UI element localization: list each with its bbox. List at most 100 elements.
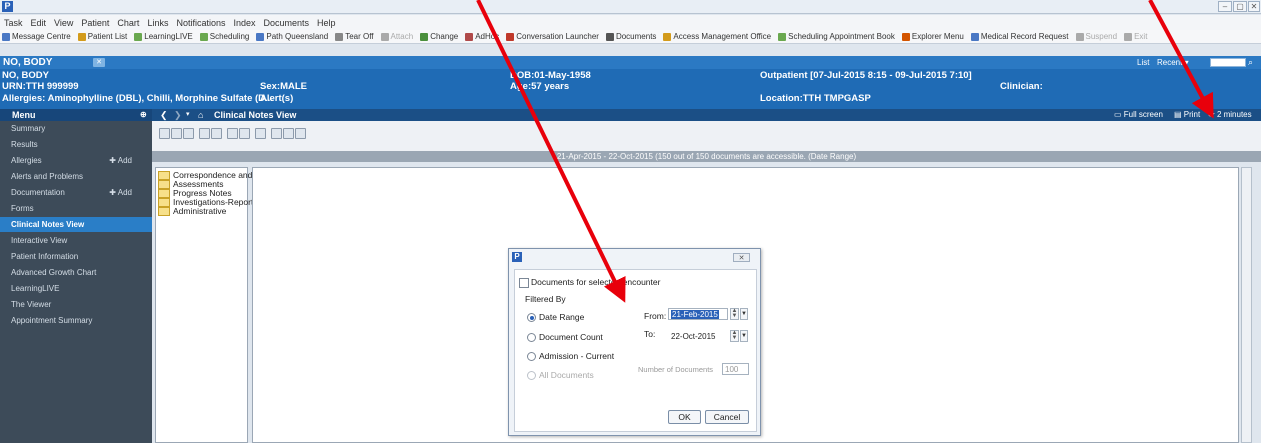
banner-sex: Sex:MALE <box>260 81 307 92</box>
from-date-spinner[interactable]: ▲ ▼ <box>730 308 739 320</box>
list-button[interactable]: List <box>1137 56 1149 69</box>
to-date-spinner[interactable]: ▲ ▼ <box>730 330 739 342</box>
full-screen-button[interactable]: ▭ Full screen <box>1114 109 1163 121</box>
toolbar-item-tear-off[interactable]: Tear Off <box>335 32 374 41</box>
patient-tab[interactable]: NO, BODY <box>3 56 52 69</box>
toolbar-item-adhoc[interactable]: AdHoc <box>465 32 499 41</box>
sidebar-item-summary[interactable]: Summary <box>0 121 152 136</box>
toolbar-item-access-management-office[interactable]: Access Management Office <box>663 32 771 41</box>
menu-patient[interactable]: Patient <box>81 18 109 28</box>
toolbar-icon <box>663 32 672 41</box>
menu-edit[interactable]: Edit <box>31 18 47 28</box>
toolbar-item-change[interactable]: Change <box>420 32 458 41</box>
print-label: Print <box>1183 110 1201 119</box>
preview-icon[interactable] <box>227 128 238 139</box>
from-date-dropdown[interactable]: ▼ <box>740 308 748 320</box>
add-button[interactable]: ✚ Add <box>109 153 132 168</box>
menu-index[interactable]: Index <box>233 18 255 28</box>
toolbar-item-suspend[interactable]: Suspend <box>1075 32 1117 41</box>
forward-icon[interactable] <box>183 128 194 139</box>
close-window-button[interactable]: ✕ <box>1248 1 1260 12</box>
banner-alerts[interactable]: Alert(s) <box>260 93 293 104</box>
banner-urn: URN:TTH 999999 <box>2 81 79 92</box>
menu-chart[interactable]: Chart <box>117 18 139 28</box>
toolbar-item-medical-record-request[interactable]: Medical Record Request <box>970 32 1069 41</box>
print-button[interactable]: ▤ Print <box>1174 109 1200 121</box>
radio-all-documents[interactable] <box>527 371 536 380</box>
menu-view[interactable]: View <box>54 18 73 28</box>
sidebar-item-advanced-growth-chart[interactable]: Advanced Growth Chart <box>0 265 152 280</box>
close-tab-icon[interactable]: ✕ <box>93 58 105 67</box>
cancel-button[interactable]: Cancel <box>705 410 749 424</box>
menu-help[interactable]: Help <box>317 18 336 28</box>
toolbar-item-message-centre[interactable]: Message Centre <box>2 32 71 41</box>
toolbar-item-path-queensland[interactable]: Path Queensland <box>256 32 328 41</box>
delete-icon[interactable] <box>211 128 222 139</box>
to-date-field[interactable]: 22-Oct-2015 <box>668 330 728 342</box>
sidebar-item-label: The Viewer <box>11 300 52 309</box>
sidebar-item-appointment-summary[interactable]: Appointment Summary <box>0 313 152 328</box>
toolbar-item-documents[interactable]: Documents <box>605 32 656 41</box>
patient-search-input[interactable] <box>1210 58 1246 67</box>
radio-date-range[interactable] <box>527 313 536 322</box>
copy-icon[interactable] <box>295 128 306 139</box>
dropdown-icon[interactable]: ▾ <box>186 109 190 121</box>
forward-arrow-icon[interactable]: ❯ <box>174 109 182 121</box>
sidebar-item-interactive-view[interactable]: Interactive View <box>0 233 152 248</box>
sidebar-item-clinical-notes-view[interactable]: Clinical Notes View <box>0 217 152 232</box>
toolbar-icon <box>1075 32 1084 41</box>
sidebar-item-learninglive[interactable]: LearningLIVE <box>0 281 152 296</box>
num-docs-field[interactable]: 100 <box>722 363 749 375</box>
table-icon[interactable] <box>271 128 282 139</box>
radio-admission-current[interactable] <box>527 352 536 361</box>
dialog-close-button[interactable]: ✕ <box>733 253 750 262</box>
maximize-button[interactable]: ▢ <box>1233 1 1247 12</box>
title-bar: P – ▢ ✕ <box>0 0 1261 14</box>
sidebar-item-results[interactable]: Results <box>0 137 152 152</box>
from-date-field[interactable]: 21-Feb-2015 <box>668 308 728 320</box>
sidebar-item-patient-information[interactable]: Patient Information <box>0 249 152 264</box>
recent-button[interactable]: Recent ▾ <box>1157 56 1189 69</box>
toolbar-item-explorer-menu[interactable]: Explorer Menu <box>901 32 964 41</box>
menu-notifications[interactable]: Notifications <box>176 18 225 28</box>
toolbar-item-scheduling-appointment-book[interactable]: Scheduling Appointment Book <box>778 32 895 41</box>
encounter-checkbox[interactable] <box>519 278 529 288</box>
toolbar-item-attach[interactable]: Attach <box>380 32 413 41</box>
sort-icon[interactable] <box>199 128 210 139</box>
toolbar-item-patient-list[interactable]: Patient List <box>77 32 127 41</box>
menu-links[interactable]: Links <box>147 18 168 28</box>
minimize-button[interactable]: – <box>1218 1 1232 12</box>
sidebar-item-forms[interactable]: Forms <box>0 201 152 216</box>
sidebar-item-the-viewer[interactable]: The Viewer <box>0 297 152 312</box>
sign-icon[interactable] <box>171 128 182 139</box>
toolbar-item-exit[interactable]: Exit <box>1124 32 1147 41</box>
plus-icon: ✚ <box>109 156 118 165</box>
add-button[interactable]: ✚ Add <box>109 185 132 200</box>
refresh-icon: ⟳ <box>1208 110 1217 119</box>
back-arrow-icon[interactable]: ❮ <box>160 109 168 121</box>
tree-folder-administrative[interactable]: Administrative <box>158 206 226 217</box>
add-label: Add <box>117 188 132 197</box>
radio-document-count[interactable] <box>527 333 536 342</box>
home-icon[interactable]: ⌂ <box>198 109 203 121</box>
toolbar-icon <box>134 32 143 41</box>
sidebar-item-alerts-and-problems[interactable]: Alerts and Problems <box>0 169 152 184</box>
toolbar-icon <box>1124 32 1133 41</box>
banner-allergies[interactable]: Allergies: Aminophylline (DBL), Chilli, … <box>2 93 273 104</box>
sidebar-item-documentation[interactable]: Documentation ✚ Add <box>0 185 152 200</box>
link-icon[interactable] <box>283 128 294 139</box>
sidebar-item-allergies[interactable]: Allergies ✚ Add <box>0 153 152 168</box>
menu-documents[interactable]: Documents <box>264 18 310 28</box>
print-doc-icon[interactable] <box>255 128 266 139</box>
pin-icon[interactable]: ⊕ <box>140 109 147 121</box>
toolbar-item-learninglive[interactable]: LearningLIVE <box>134 32 193 41</box>
pen-icon[interactable] <box>239 128 250 139</box>
vertical-scrollbar[interactable] <box>1241 167 1252 443</box>
toolbar-item-conversation-launcher[interactable]: Conversation Launcher <box>506 32 599 41</box>
search-icon[interactable]: ⌕ <box>1248 56 1253 69</box>
toolbar-item-scheduling[interactable]: Scheduling <box>199 32 249 41</box>
open-icon[interactable] <box>159 128 170 139</box>
ok-button[interactable]: OK <box>668 410 701 424</box>
menu-task[interactable]: Task <box>4 18 23 28</box>
to-date-dropdown[interactable]: ▼ <box>740 330 748 342</box>
